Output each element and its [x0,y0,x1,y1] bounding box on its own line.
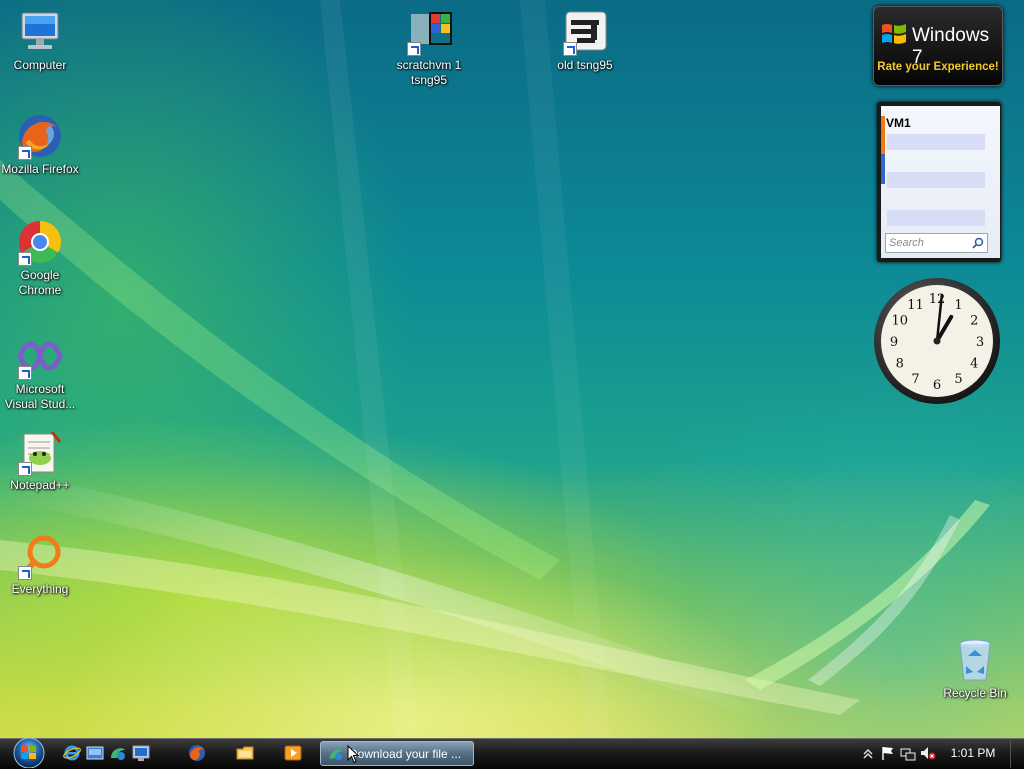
clock-numeral: 11 [907,298,924,313]
clock-numeral: 8 [896,357,904,372]
gadget-list-row[interactable] [887,134,985,150]
clock-numeral: 3 [976,335,984,350]
recycle-bin-icon [951,636,999,684]
windows7-rating-gadget[interactable]: Windows 7 Rate your Experience! [873,6,1003,86]
clock-numeral: 5 [954,372,962,387]
firefox-icon [16,112,64,160]
desktop-icon-scratchvm[interactable]: scratchvm 1 tsng95 [389,8,469,88]
visual-studio-icon [16,332,64,380]
desktop-icon-visual-studio[interactable]: Microsoft Visual Stud... [0,332,80,412]
wallpaper [0,0,990,738]
gadget-tab-marker [881,154,885,184]
clock-pivot [933,337,941,345]
vmware-icon[interactable] [109,744,127,762]
clock-gadget[interactable]: 12 12 3 45678 9 1011 [872,276,1002,406]
mouse-cursor-icon [347,745,359,764]
vm-notes-gadget[interactable]: VM1 Search [877,102,1001,262]
desktop-icon-label: scratchvm 1 tsng95 [396,58,462,87]
windows-explorer-icon[interactable] [236,744,254,762]
desktop-icon-chrome[interactable]: Google Chrome [0,218,80,298]
taskbar-button-label: Download your file ... [349,747,462,761]
search-icon[interactable] [972,237,984,249]
desktop-icon-notepad-plus-plus[interactable]: Notepad++ [0,428,80,493]
clock-numeral: 6 [933,378,941,393]
shortcut-arrow-icon [18,252,32,266]
search-placeholder: Search [889,237,924,249]
shortcut-arrow-icon [563,42,577,56]
gadget-panel: VM1 Search [881,106,1000,258]
desktop-icon-label: Computer [13,58,67,72]
clock-numeral: 2 [970,314,978,329]
computer-icon [16,8,64,56]
shortcut-arrow-icon [18,566,32,580]
rate-experience-link[interactable]: Rate your Experience! [874,61,1002,73]
windows-logo-icon [882,24,906,44]
chrome-icon [16,218,64,266]
gadget-list-row[interactable] [887,172,985,188]
system-clock-time[interactable]: 1:01 PM [944,746,1002,760]
desktop-icon-computer[interactable]: Computer [0,8,80,73]
gadget-search-input[interactable]: Search [885,233,988,253]
internet-explorer-icon[interactable] [63,744,81,762]
desktop-icon-firefox[interactable]: Mozilla Firefox [0,112,80,177]
desktop-icon-label: Mozilla Firefox [1,162,79,176]
show-desktop-icon[interactable] [86,744,104,762]
shortcut-arrow-icon [407,42,421,56]
vmware-icon [329,749,343,761]
shortcut-arrow-icon [18,462,32,476]
show-desktop-button[interactable] [1010,740,1024,768]
desktop-icon-label: old tsng95 [557,58,613,72]
clock-numeral: 9 [890,335,898,350]
notepad-plus-plus-icon [16,428,64,476]
desktop-icon-label: Microsoft Visual Stud... [4,382,76,411]
desktop-icon-everything[interactable]: Everything [0,532,80,597]
remote-desktop-icon [561,8,609,56]
shortcut-arrow-icon [18,366,32,380]
gadget-vm-title: VM1 [886,116,911,130]
clock-numeral: 12 [929,292,946,307]
gadget-list-row[interactable] [887,210,985,226]
show-hidden-icons-chevron[interactable] [860,745,876,761]
volume-muted-icon[interactable] [920,745,936,761]
firefox-icon[interactable] [188,744,206,762]
desktop-icon-label: Google Chrome [18,268,62,297]
clock-numeral: 1 [954,298,962,313]
desktop-icon-old-tsng95[interactable]: old tsng95 [545,8,625,73]
remote-desktop-icon[interactable] [132,744,150,762]
desktop-icon-label: Everything [11,582,69,596]
shortcut-arrow-icon [18,146,32,160]
media-player-icon[interactable] [284,744,302,762]
start-button[interactable] [8,737,50,768]
desktop-icon-label: Notepad++ [10,478,70,492]
action-center-flag-icon[interactable] [880,745,896,761]
clock-numeral: 7 [911,372,919,387]
everything-search-icon [16,532,64,580]
desktop-icon-label: Recycle Bin [943,686,1007,700]
desktop-icon-recycle-bin[interactable]: Recycle Bin [935,636,1015,701]
clock-numeral: 10 [891,314,908,329]
clock-numeral: 4 [970,357,978,372]
taskbar-button-download[interactable]: Download your file ... [320,741,474,766]
gadget-tab-marker [881,116,885,154]
remote-desktop-windows-icon [405,8,453,56]
network-icon[interactable] [900,745,916,761]
